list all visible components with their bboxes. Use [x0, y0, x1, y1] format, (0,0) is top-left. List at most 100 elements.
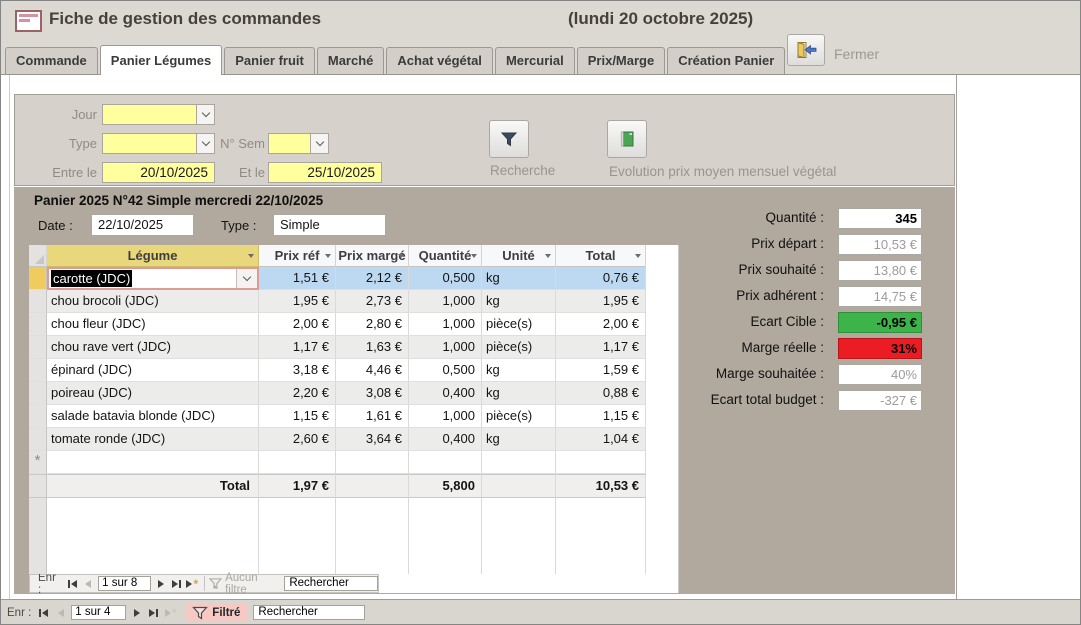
- evolution-prix-button[interactable]: [607, 120, 647, 158]
- tab-commande[interactable]: Commande: [5, 47, 98, 74]
- cell-quantite[interactable]: 1,000: [409, 336, 482, 359]
- filter-arrow-icon[interactable]: [635, 254, 641, 258]
- filter-arrow-icon[interactable]: [325, 254, 331, 258]
- cell-prix-ref[interactable]: 1,17 €: [259, 336, 336, 359]
- cell-legume[interactable]: tomate ronde (JDC): [47, 428, 259, 451]
- close-form-button[interactable]: [787, 34, 825, 66]
- tab-achat-v-g-tal[interactable]: Achat végétal: [386, 47, 493, 74]
- cell-prix-marge[interactable]: 3,64 €: [336, 428, 409, 451]
- empty-cell[interactable]: [482, 451, 556, 474]
- column-header-prix-ref[interactable]: Prix réf: [259, 245, 336, 267]
- row-selector[interactable]: [29, 290, 47, 313]
- chevron-down-icon[interactable]: [236, 269, 257, 288]
- date-field[interactable]: 22/10/2025: [91, 214, 194, 236]
- tab-panier-l-gumes[interactable]: Panier Légumes: [100, 45, 222, 75]
- subform-search-input[interactable]: Rechercher: [284, 576, 378, 591]
- chevron-down-icon[interactable]: [310, 134, 328, 153]
- cell-legume[interactable]: chou rave vert (JDC): [47, 336, 259, 359]
- cell-unite[interactable]: pièce(s): [482, 336, 556, 359]
- legume-combobox[interactable]: carotte (JDC): [47, 267, 259, 290]
- cell-total[interactable]: 1,04 €: [556, 428, 646, 451]
- stat-field-quantit-[interactable]: 345: [838, 208, 922, 229]
- row-selector[interactable]: [29, 313, 47, 336]
- row-selector[interactable]: [29, 382, 47, 405]
- table-row[interactable]: chou brocoli (JDC)1,95 €2,73 €1,000kg1,9…: [29, 290, 678, 313]
- cell-quantite[interactable]: 0,500: [409, 267, 482, 290]
- table-row[interactable]: épinard (JDC)3,18 €4,46 €0,500kg1,59 €: [29, 359, 678, 382]
- new-record-icon[interactable]: *: [29, 451, 47, 474]
- column-header-quantite[interactable]: Quantité: [409, 245, 482, 267]
- chevron-down-icon[interactable]: [196, 134, 214, 153]
- recherche-button[interactable]: [489, 120, 529, 158]
- cell-unite[interactable]: pièce(s): [482, 313, 556, 336]
- empty-cell[interactable]: [409, 451, 482, 474]
- select-all-corner[interactable]: [29, 245, 47, 267]
- first-record-button[interactable]: [35, 606, 52, 620]
- row-selector[interactable]: [29, 428, 47, 451]
- table-row[interactable]: chou rave vert (JDC)1,17 €1,63 €1,000piè…: [29, 336, 678, 359]
- cell-quantite[interactable]: 1,000: [409, 290, 482, 313]
- table-row[interactable]: tomate ronde (JDC)2,60 €3,64 €0,400kg1,0…: [29, 428, 678, 451]
- cell-prix-marge[interactable]: 2,12 €: [336, 267, 409, 290]
- cell-prix-marge[interactable]: 2,80 €: [336, 313, 409, 336]
- tab-mercurial[interactable]: Mercurial: [495, 47, 575, 74]
- cell-total[interactable]: 1,15 €: [556, 405, 646, 428]
- no-filter-toggle[interactable]: Aucun filtre: [209, 572, 278, 596]
- cell-prix-marge[interactable]: 1,61 €: [336, 405, 409, 428]
- cell-prix-marge[interactable]: 4,46 €: [336, 359, 409, 382]
- filter-arrow-icon[interactable]: [248, 254, 254, 258]
- cell-prix-ref[interactable]: 2,00 €: [259, 313, 336, 336]
- cell-unite[interactable]: kg: [482, 382, 556, 405]
- record-position-box[interactable]: 1 sur 4: [71, 605, 126, 620]
- empty-cell[interactable]: [47, 451, 259, 474]
- cell-unite[interactable]: kg: [482, 267, 556, 290]
- cell-legume[interactable]: chou brocoli (JDC): [47, 290, 259, 313]
- tab-panier-fruit[interactable]: Panier fruit: [224, 47, 315, 74]
- cell-quantite[interactable]: 0,400: [409, 428, 482, 451]
- type-combobox[interactable]: [102, 133, 215, 154]
- cell-unite[interactable]: kg: [482, 290, 556, 313]
- row-selector[interactable]: [29, 336, 47, 359]
- filter-arrow-icon[interactable]: [398, 254, 404, 258]
- row-selector[interactable]: [29, 405, 47, 428]
- cell-prix-ref[interactable]: 2,20 €: [259, 382, 336, 405]
- cell-unite[interactable]: pièce(s): [482, 405, 556, 428]
- empty-cell[interactable]: [259, 451, 336, 474]
- num-semaine-combobox[interactable]: [268, 133, 329, 154]
- column-header-prix-marge[interactable]: Prix margé: [336, 245, 409, 267]
- cell-prix-marge[interactable]: 3,08 €: [336, 382, 409, 405]
- cell-quantite[interactable]: 1,000: [409, 405, 482, 428]
- empty-cell[interactable]: [556, 451, 646, 474]
- date-fin-field[interactable]: 25/10/2025: [268, 162, 382, 183]
- empty-cell[interactable]: [336, 451, 409, 474]
- new-record-button[interactable]: *: [184, 577, 200, 591]
- cell-prix-ref[interactable]: 3,18 €: [259, 359, 336, 382]
- table-row[interactable]: poireau (JDC)2,20 €3,08 €0,400kg0,88 €: [29, 382, 678, 405]
- cell-legume[interactable]: chou fleur (JDC): [47, 313, 259, 336]
- tab-march-[interactable]: Marché: [317, 47, 385, 74]
- cell-unite[interactable]: kg: [482, 359, 556, 382]
- new-record-button[interactable]: *: [162, 606, 179, 620]
- filtered-toggle[interactable]: Filtré: [185, 604, 247, 621]
- cell-prix-ref[interactable]: 1,95 €: [259, 290, 336, 313]
- table-row[interactable]: salade batavia blonde (JDC) 1,15 € 1,61 €1…: [29, 405, 678, 428]
- next-record-button[interactable]: [153, 577, 169, 591]
- date-debut-field[interactable]: 20/10/2025: [102, 162, 215, 183]
- cell-quantite[interactable]: 0,500: [409, 359, 482, 382]
- first-record-button[interactable]: [65, 577, 81, 591]
- last-record-button[interactable]: [169, 577, 185, 591]
- row-selector[interactable]: [29, 267, 47, 290]
- type-panier-field[interactable]: Simple: [273, 214, 386, 236]
- cell-prix-marge[interactable]: 1,63 €: [336, 336, 409, 359]
- column-header-legume[interactable]: Légume: [47, 245, 259, 267]
- jour-combobox[interactable]: [102, 104, 215, 125]
- cell-legume[interactable]: salade batavia blonde (JDC): [47, 405, 259, 428]
- chevron-down-icon[interactable]: [196, 105, 214, 124]
- row-selector[interactable]: [29, 359, 47, 382]
- cell-legume[interactable]: poireau (JDC): [47, 382, 259, 405]
- tab-prix-marge[interactable]: Prix/Marge: [577, 47, 665, 74]
- filter-arrow-icon[interactable]: [471, 254, 477, 258]
- cell-prix-ref[interactable]: 1,51 €: [259, 267, 336, 290]
- cell-quantite[interactable]: 0,400: [409, 382, 482, 405]
- record-position-box[interactable]: 1 sur 8: [98, 576, 151, 591]
